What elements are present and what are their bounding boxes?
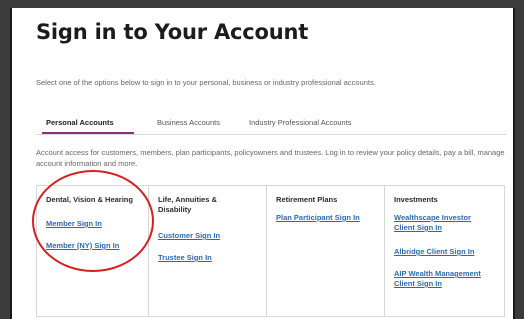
account-type-tabs: Personal Accounts Business Accounts Indu…: [36, 118, 506, 135]
screenshot-frame: Sign in to Your Account Select one of th…: [0, 0, 524, 319]
card-retirement-plans: Retirement Plans Plan Participant Sign I…: [266, 185, 385, 317]
active-tab-indicator: [42, 132, 134, 134]
card-title: Retirement Plans: [276, 195, 338, 204]
tab-personal-accounts[interactable]: Personal Accounts: [46, 118, 114, 127]
page-subtitle: Select one of the options below to sign …: [36, 78, 376, 87]
sign-in-page: Sign in to Your Account Select one of th…: [10, 8, 515, 319]
card-title: Dental, Vision & Hearing: [46, 195, 133, 204]
tab-business-accounts[interactable]: Business Accounts: [157, 118, 220, 127]
wealthscape-investor-client-sign-in-link[interactable]: Wealthscape Investor Client Sign In: [394, 213, 484, 233]
card-title: Investments: [394, 195, 438, 204]
tab-industry-professional-accounts[interactable]: Industry Professional Accounts: [249, 118, 352, 127]
card-dental-vision-hearing: Dental, Vision & Hearing Member Sign In …: [36, 185, 149, 317]
aip-wealth-management-client-sign-in-link[interactable]: AIP Wealth Management Client Sign In: [394, 269, 498, 289]
member-sign-in-link[interactable]: Member Sign In: [46, 219, 102, 229]
card-title: Life, Annuities & Disability: [158, 195, 217, 214]
trustee-sign-in-link[interactable]: Trustee Sign In: [158, 253, 212, 263]
card-life-annuities-disability: Life, Annuities & Disability Customer Si…: [148, 185, 267, 317]
plan-participant-sign-in-link[interactable]: Plan Participant Sign In: [276, 213, 360, 223]
member-ny-sign-in-link[interactable]: Member (NY) Sign In: [46, 241, 119, 251]
tab-description: Account access for customers, members, p…: [36, 148, 505, 168]
albridge-client-sign-in-link[interactable]: Albridge Client Sign In: [394, 247, 474, 257]
page-title: Sign in to Your Account: [36, 20, 309, 44]
customer-sign-in-link[interactable]: Customer Sign In: [158, 231, 220, 241]
card-investments: Investments Wealthscape Investor Client …: [384, 185, 505, 317]
